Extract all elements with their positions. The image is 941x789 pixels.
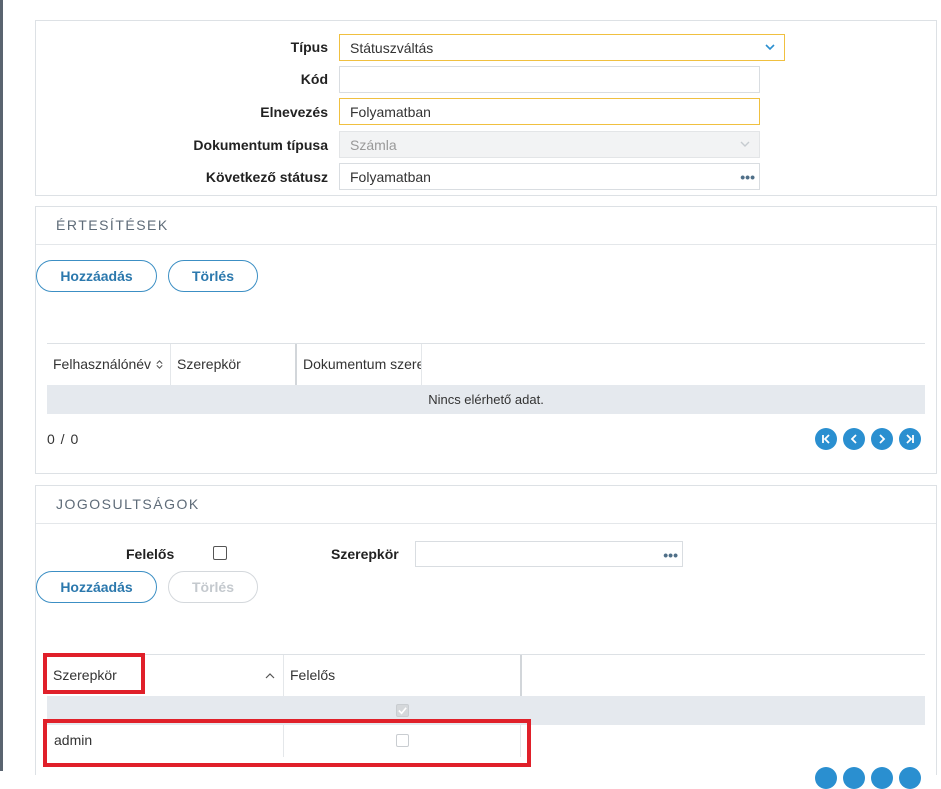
- column-dokumentum-szerepkor[interactable]: Dokumentum szerepkör: [297, 344, 422, 386]
- table-row[interactable]: [47, 696, 925, 725]
- dokumentum-tipusa-select: Számla: [339, 131, 760, 158]
- first-page-icon[interactable]: [815, 428, 837, 450]
- elnevezes-input[interactable]: Folyamatban: [339, 98, 760, 125]
- prev-page-icon[interactable]: [843, 767, 865, 789]
- elnevezes-label: Elnevezés: [260, 104, 328, 120]
- ertesites-add-button[interactable]: Hozzáadás: [36, 260, 157, 292]
- column-separator[interactable]: [520, 655, 522, 697]
- chevron-down-icon: [765, 44, 775, 51]
- ertesites-delete-button[interactable]: Törlés: [168, 260, 258, 292]
- ertesitesek-panel: ÉRTESÍTÉSEK Hozzáadás Törlés Felhasználó…: [35, 206, 937, 474]
- next-page-icon[interactable]: [871, 428, 893, 450]
- row-szerepkor: admin: [54, 732, 93, 748]
- szerepkor-filter-label: Szerepkör: [331, 546, 399, 562]
- kod-label: Kód: [300, 71, 328, 87]
- kovetkezo-status-label: Következő státusz: [205, 169, 328, 185]
- prev-page-icon[interactable]: [843, 428, 865, 450]
- felelos-label: Felelős: [126, 546, 175, 562]
- felelos-checkbox[interactable]: [213, 546, 227, 560]
- dokumentum-tipusa-value: Számla: [350, 137, 397, 153]
- last-page-icon[interactable]: [899, 428, 921, 450]
- jogosultsag-grid-header: Szerepkör Felelős: [47, 654, 925, 697]
- ellipsis-icon[interactable]: •••: [663, 547, 678, 563]
- column-separator[interactable]: [421, 344, 422, 386]
- kovetkezo-status-value: Folyamatban: [350, 169, 431, 185]
- tipus-label: Típus: [290, 39, 328, 55]
- column-felelos[interactable]: Felelős: [284, 655, 520, 697]
- jogosultsag-delete-button: Törlés: [168, 571, 258, 603]
- row-cell-separator: [520, 725, 521, 757]
- last-page-icon[interactable]: [899, 767, 921, 789]
- ellipsis-icon[interactable]: •••: [740, 169, 755, 185]
- dokumentum-tipusa-label: Dokumentum típusa: [193, 137, 328, 153]
- next-page-icon[interactable]: [871, 767, 893, 789]
- ertesites-empty-row: Nincs elérhető adat.: [47, 385, 925, 414]
- row-felelos-checkbox: [396, 704, 409, 717]
- kovetkezo-status-lookup[interactable]: Folyamatban •••: [339, 163, 760, 190]
- ertesites-grid-header: Felhasználónév Szerepkör Dokumentum szer…: [47, 343, 925, 386]
- first-page-icon[interactable]: [815, 767, 837, 789]
- window-edge: [0, 0, 3, 771]
- column-szerepkor[interactable]: Szerepkör: [47, 655, 247, 697]
- ertesites-pager-count: 0 / 0: [47, 431, 80, 447]
- row-felelos-checkbox[interactable]: [396, 734, 409, 747]
- ertesitesek-title: ÉRTESÍTÉSEK: [36, 207, 936, 245]
- jogosultsagok-panel: JOGOSULTSÁGOK Felelős Szerepkör ••• Hozz…: [35, 485, 937, 789]
- tipus-value: Státuszváltás: [350, 40, 434, 56]
- row-cell-separator: [283, 725, 284, 757]
- szerepkor-lookup[interactable]: •••: [415, 541, 683, 567]
- column-felhasznalonev[interactable]: Felhasználónév: [47, 344, 159, 386]
- sort-icon[interactable]: [155, 360, 164, 369]
- kod-input[interactable]: [339, 66, 760, 93]
- tipus-select[interactable]: Státuszváltás: [339, 34, 785, 61]
- table-row[interactable]: admin: [47, 725, 925, 757]
- jogosultsagok-title: JOGOSULTSÁGOK: [36, 486, 936, 524]
- sort-asc-icon[interactable]: [265, 671, 275, 681]
- chevron-down-icon: [740, 141, 750, 147]
- column-szerepkor[interactable]: Szerepkör: [171, 344, 295, 386]
- jogosultsag-add-button[interactable]: Hozzáadás: [36, 571, 157, 603]
- status-form-panel: Típus Státuszváltás Kód Elnevezés Folyam…: [35, 20, 937, 196]
